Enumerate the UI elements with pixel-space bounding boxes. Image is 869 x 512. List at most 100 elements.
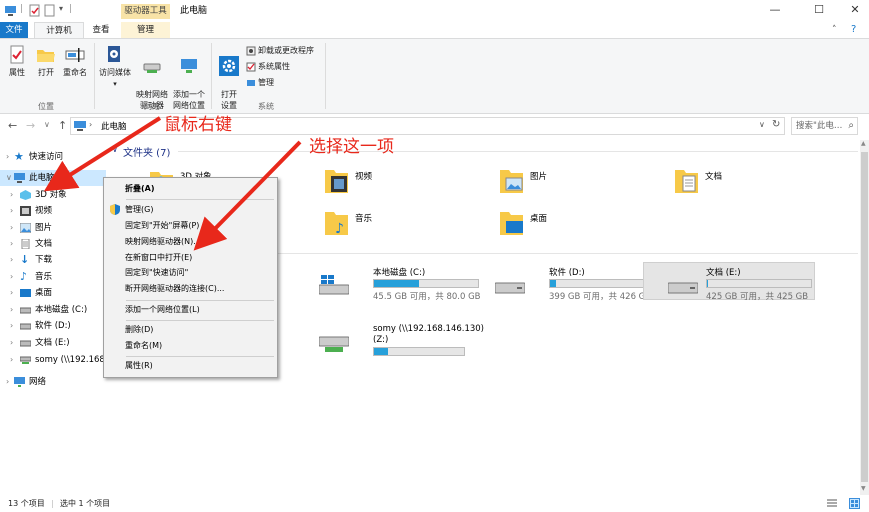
- back-icon[interactable]: ←: [8, 119, 17, 132]
- minimize-button[interactable]: —: [761, 2, 789, 18]
- folders-section-header[interactable]: 文件夹 (7): [123, 144, 170, 159]
- drive-usage-fill: [374, 280, 419, 287]
- search-input[interactable]: 搜索"此电… ⌕: [791, 117, 858, 135]
- document-folder-icon: [675, 170, 698, 193]
- large-icons-view-icon[interactable]: [849, 498, 860, 509]
- nav-quick-access[interactable]: › ★ 快速访问: [0, 149, 106, 165]
- manage-button[interactable]: 管理: [246, 77, 274, 89]
- section-divider: [178, 151, 858, 152]
- menu-item-map-network-drive[interactable]: 映射网络驱动器(N)...: [125, 236, 201, 248]
- menu-item-manage[interactable]: 管理(G): [125, 204, 153, 216]
- folder-desktop[interactable]: 桌面: [498, 208, 668, 248]
- breadcrumb-chevron-icon[interactable]: ›: [89, 120, 92, 129]
- scrollbar-thumb[interactable]: [861, 152, 868, 482]
- maximize-button[interactable]: ☐: [805, 2, 833, 18]
- drive-icon: [20, 340, 31, 347]
- nav-network-drive-z[interactable]: › somy (\\192.168: [0, 352, 106, 368]
- chevron-right-icon: ›: [10, 305, 14, 314]
- chevron-right-icon: ›: [6, 377, 10, 386]
- folder-videos[interactable]: 视频: [323, 166, 493, 206]
- properties-icon[interactable]: [28, 4, 41, 17]
- windows-drive-icon: [319, 275, 349, 295]
- tab-manage[interactable]: 管理: [121, 22, 170, 38]
- vertical-scrollbar[interactable]: ▲ ▼: [860, 140, 869, 495]
- forward-icon[interactable]: →: [26, 119, 35, 132]
- menu-item-pin-quick-access[interactable]: 固定到"快速访问": [125, 267, 188, 279]
- menu-item-properties[interactable]: 属性(R): [125, 360, 153, 372]
- nav-3d-objects[interactable]: › 3D 对象: [0, 187, 106, 203]
- menu-item-pin-start[interactable]: 固定到"开始"屏幕(P): [125, 220, 199, 232]
- nav-drive-c[interactable]: › 本地磁盘 (C:): [0, 302, 106, 318]
- uninstall-program-button[interactable]: 卸载或更改程序: [246, 45, 314, 57]
- scroll-up-icon[interactable]: ▲: [861, 140, 866, 147]
- scroll-down-icon[interactable]: ▼: [861, 485, 866, 492]
- chevron-down-icon[interactable]: ∨: [112, 145, 118, 154]
- tab-file[interactable]: 文件: [0, 22, 28, 38]
- open-settings-button[interactable]: 打开 设置: [215, 45, 243, 111]
- folder-music[interactable]: ♪ 音乐: [323, 208, 493, 248]
- chevron-right-icon: ›: [10, 321, 14, 330]
- add-network-location-button[interactable]: 添加一个 网络位置: [171, 45, 207, 111]
- nav-desktop[interactable]: › 桌面: [0, 285, 106, 301]
- nav-documents[interactable]: › 文档: [0, 236, 106, 252]
- window-title: 此电脑: [180, 6, 208, 16]
- folder-pictures[interactable]: 图片: [498, 166, 668, 206]
- computer-icon: [14, 173, 25, 183]
- group-separator: [211, 43, 212, 109]
- drive-tools-header: 驱动器工具: [121, 4, 170, 19]
- drive-e[interactable]: 文档 (E:) 425 GB 可用，共 425 GB: [643, 262, 815, 302]
- drive-d[interactable]: 软件 (D:) 399 GB 可用，共 426 GB: [491, 263, 663, 302]
- system-properties-button[interactable]: 系统属性: [246, 61, 290, 73]
- menu-item-rename[interactable]: 重命名(M): [125, 340, 162, 352]
- drive-c[interactable]: 本地磁盘 (C:) 45.5 GB 可用，共 80.0 GB: [315, 263, 487, 302]
- section-divider: [278, 253, 858, 254]
- help-icon[interactable]: ?: [851, 24, 856, 35]
- recent-locations-icon[interactable]: ∨: [44, 120, 50, 129]
- folder-documents[interactable]: 文档: [673, 166, 843, 206]
- video-icon: [20, 206, 31, 216]
- rename-icon: [65, 48, 85, 62]
- menu-separator: [126, 199, 274, 200]
- refresh-icon[interactable]: ↻: [772, 119, 780, 130]
- check-icon: [246, 62, 256, 71]
- menu-separator: [126, 300, 274, 301]
- nav-music[interactable]: › ♪ 音乐: [0, 269, 106, 285]
- collapse-ribbon-icon[interactable]: ˄: [832, 25, 837, 35]
- chevron-right-icon: ›: [10, 288, 14, 297]
- menu-item-collapse[interactable]: 折叠(A): [125, 183, 155, 195]
- cube-icon: [20, 190, 31, 200]
- nav-downloads[interactable]: › ↓ 下载: [0, 252, 106, 268]
- nav-this-pc[interactable]: ∨ 此电脑: [0, 170, 106, 186]
- menu-item-open-new-window[interactable]: 在新窗口中打开(E): [125, 252, 192, 264]
- chevron-right-icon: ›: [10, 255, 14, 264]
- search-icon: ⌕: [848, 120, 854, 131]
- address-dropdown-icon[interactable]: ∨: [759, 120, 765, 129]
- svg-text:♪: ♪: [335, 221, 344, 237]
- nav-drive-d[interactable]: › 软件 (D:): [0, 318, 106, 334]
- network-drive-z[interactable]: somy (\\192.168.146.130) (Z:): [315, 323, 487, 361]
- menu-item-delete[interactable]: 删除(D): [125, 324, 153, 336]
- nav-pictures[interactable]: › 图片: [0, 220, 106, 236]
- tab-computer[interactable]: 计算机: [34, 22, 84, 38]
- context-menu: 折叠(A) 管理(G) 固定到"开始"屏幕(P) 映射网络驱动器(N)... 在…: [103, 177, 278, 378]
- open-button[interactable]: 打开: [33, 45, 59, 78]
- menu-item-disconnect-network-drive[interactable]: 断开网络驱动器的连接(C)...: [125, 283, 224, 295]
- up-icon[interactable]: ↑: [58, 119, 67, 132]
- customize-quick-access-icon[interactable]: ▾: [59, 4, 63, 13]
- access-media-button[interactable]: 访问媒体 ▾: [97, 45, 133, 90]
- close-button[interactable]: ✕: [841, 2, 869, 18]
- nav-network[interactable]: › 网络: [0, 374, 106, 390]
- menu-item-add-network-location[interactable]: 添加一个网络位置(L): [125, 304, 200, 316]
- separator: |: [69, 4, 73, 14]
- rename-button[interactable]: 重命名: [60, 45, 90, 78]
- details-view-icon[interactable]: [827, 499, 837, 509]
- tab-view[interactable]: 查看: [86, 22, 116, 38]
- drive-icon: [20, 307, 31, 314]
- group-separator: [94, 43, 95, 109]
- nav-videos[interactable]: › 视频: [0, 203, 106, 219]
- media-icon: [108, 46, 120, 62]
- nav-drive-e[interactable]: › 文档 (E:): [0, 335, 106, 351]
- breadcrumb[interactable]: 此电脑: [101, 120, 127, 132]
- new-folder-icon[interactable]: [43, 4, 56, 17]
- properties-button[interactable]: 属性: [4, 45, 30, 78]
